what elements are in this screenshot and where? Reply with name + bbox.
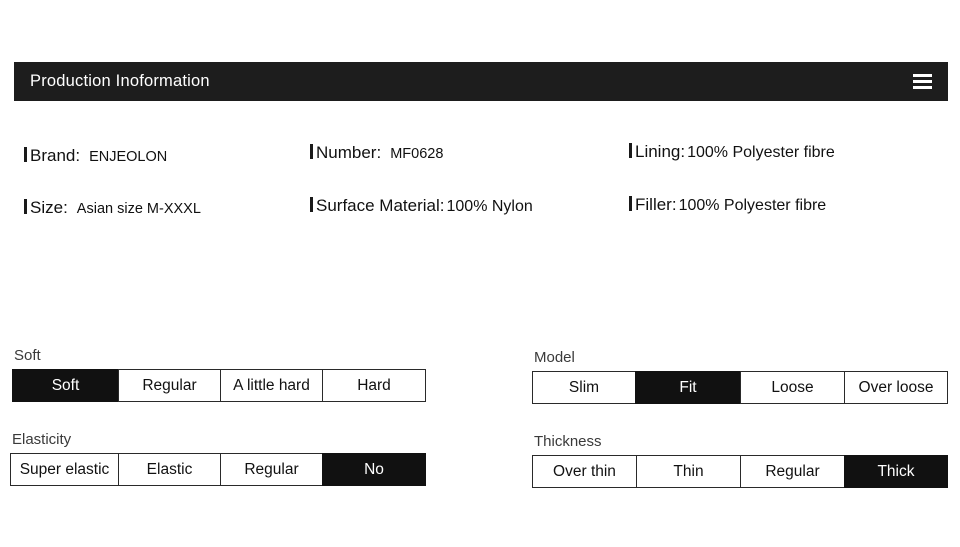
option-row-thickness: Over thin Thin Regular Thick: [532, 455, 948, 488]
hamburger-bar-1: [913, 74, 932, 77]
option-group-thickness-label: Thickness: [534, 433, 602, 450]
spec-size-label: Size:: [30, 198, 68, 217]
spec-lining-value: 100% Polyester fibre: [687, 144, 835, 161]
spec-brand-label: Brand:: [30, 146, 81, 165]
spec-lining: Lining: 100% Polyester fibre: [629, 142, 835, 162]
spec-filler-label: Filler:: [635, 195, 677, 214]
spec-filler: Filler: 100% Polyester fibre: [629, 195, 826, 215]
option-row-model: Slim Fit Loose Over loose: [532, 371, 948, 404]
spec-size: Size: Asian size M-XXXL: [24, 198, 201, 218]
option-group-model: Model Slim Fit Loose Over loose: [532, 349, 948, 404]
option-thickness-thick[interactable]: Thick: [844, 455, 948, 488]
spec-surface-material: Surface Material: 100% Nylon: [310, 196, 533, 216]
hamburger-bar-3: [913, 86, 932, 89]
option-model-slim[interactable]: Slim: [532, 371, 635, 404]
option-soft-regular[interactable]: Regular: [118, 369, 220, 402]
page-header-bar: Production Inoformation: [14, 62, 948, 101]
hamburger-bar-2: [913, 80, 932, 83]
spec-brand: Brand: ENJEOLON: [24, 146, 167, 166]
option-elasticity-elastic[interactable]: Elastic: [118, 453, 220, 486]
option-soft-hard[interactable]: Hard: [322, 369, 426, 402]
option-group-soft-label: Soft: [14, 347, 41, 364]
option-elasticity-super-elastic[interactable]: Super elastic: [10, 453, 118, 486]
option-row-elasticity: Super elastic Elastic Regular No: [10, 453, 426, 486]
option-group-elasticity: Elasticity Super elastic Elastic Regular…: [10, 431, 426, 486]
bullet-bar-icon: [24, 147, 27, 162]
product-spec-list: Brand: ENJEOLON Size: Asian size M-XXXL …: [0, 132, 960, 242]
option-group-model-label: Model: [534, 349, 575, 366]
spec-surface-material-label: Surface Material:: [316, 196, 445, 215]
bullet-bar-icon: [310, 197, 313, 212]
option-elasticity-regular[interactable]: Regular: [220, 453, 322, 486]
spec-filler-value: 100% Polyester fibre: [678, 197, 827, 214]
option-model-over-loose[interactable]: Over loose: [844, 371, 948, 404]
option-thickness-thin[interactable]: Thin: [636, 455, 740, 488]
page-title: Production Inoformation: [30, 72, 210, 91]
spec-number-label: Number:: [316, 143, 382, 162]
spec-lining-label: Lining:: [635, 142, 686, 161]
option-group-elasticity-label: Elasticity: [12, 431, 72, 448]
option-thickness-over-thin[interactable]: Over thin: [532, 455, 636, 488]
bullet-bar-icon: [24, 199, 27, 214]
spec-brand-value: ENJEOLON: [89, 149, 168, 165]
bullet-bar-icon: [629, 196, 632, 211]
option-soft-a-little-hard[interactable]: A little hard: [220, 369, 322, 402]
bullet-bar-icon: [310, 144, 313, 159]
option-row-soft: Soft Regular A little hard Hard: [12, 369, 426, 402]
option-model-fit[interactable]: Fit: [635, 371, 740, 404]
option-thickness-regular[interactable]: Regular: [740, 455, 844, 488]
bullet-bar-icon: [629, 143, 632, 158]
spec-size-value: Asian size M-XXXL: [76, 201, 201, 217]
spec-surface-material-value: 100% Nylon: [446, 198, 533, 215]
spec-number: Number: MF0628: [310, 143, 443, 163]
option-group-soft: Soft Soft Regular A little hard Hard: [12, 347, 426, 402]
option-elasticity-no[interactable]: No: [322, 453, 426, 486]
option-model-loose[interactable]: Loose: [740, 371, 844, 404]
option-soft-soft[interactable]: Soft: [12, 369, 118, 402]
spec-number-value: MF0628: [390, 146, 444, 162]
option-group-thickness: Thickness Over thin Thin Regular Thick: [532, 433, 948, 488]
hamburger-menu-icon[interactable]: [913, 74, 932, 89]
